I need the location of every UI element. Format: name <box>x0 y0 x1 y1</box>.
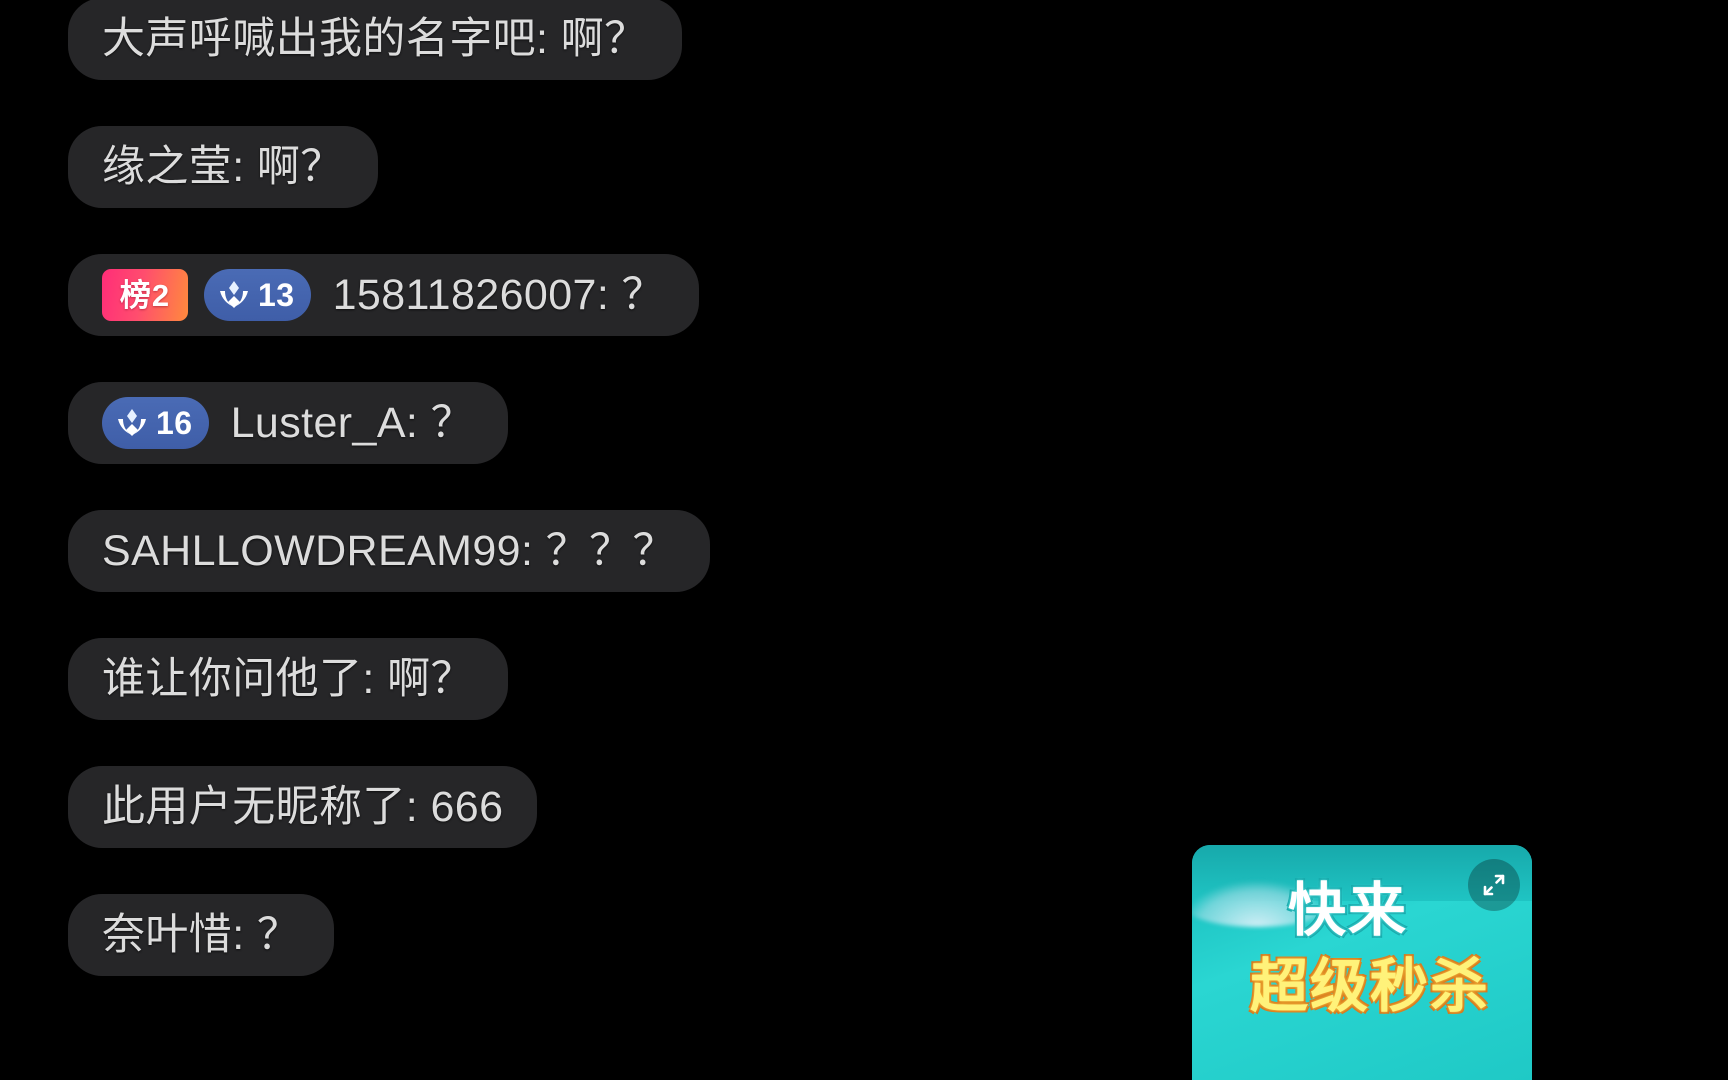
chat-message-text: 奈叶惜: ？ <box>102 910 301 959</box>
rank-badge-label: 榜2 <box>119 277 171 313</box>
live-chat-message-list[interactable]: 大声呼喊出我的名字吧: 啊？ 缘之莹: 啊？ 榜2 13 15811826007… <box>68 0 1068 1022</box>
fan-club-crown-icon <box>214 275 254 315</box>
chat-message-row[interactable]: 谁让你问他了: 啊？ <box>68 638 508 720</box>
chat-message-text: 缘之莹: 啊？ <box>102 142 344 191</box>
chat-message-row[interactable]: 16 Luster_A: ？ <box>68 382 508 464</box>
promo-headline: 快来 <box>1288 878 1409 943</box>
promo-widget[interactable]: 快来 超级秒杀 <box>1192 845 1532 1080</box>
chat-message-row[interactable]: 此用户无昵称了: 666 <box>68 766 538 848</box>
fan-club-level-badge[interactable]: 13 <box>204 269 311 321</box>
badge-group: 16 <box>102 397 209 449</box>
fan-club-crown-icon <box>112 403 152 443</box>
chat-message-row[interactable]: 大声呼喊出我的名字吧: 啊？ <box>68 0 682 80</box>
fan-club-level-number: 13 <box>258 277 295 313</box>
chat-message-text: 15811826007: ？ <box>332 270 665 319</box>
rank-badge[interactable]: 榜2 <box>102 269 188 321</box>
promo-subheadline: 超级秒杀 <box>1250 954 1491 1019</box>
fan-club-level-number: 16 <box>156 405 193 441</box>
screen-background: 大声呼喊出我的名字吧: 啊？ 缘之莹: 啊？ 榜2 13 15811826007… <box>0 0 1728 1080</box>
chat-message-text: 此用户无昵称了: 666 <box>102 782 504 831</box>
chat-message-text: Luster_A: ？ <box>230 398 474 447</box>
badge-group: 榜2 13 <box>102 269 311 321</box>
chat-message-text: 大声呼喊出我的名字吧: 啊？ <box>102 14 648 63</box>
chat-message-row[interactable]: 奈叶惜: ？ <box>68 894 335 976</box>
chat-message-text: 谁让你问他了: 啊？ <box>102 654 474 703</box>
chat-message-row[interactable]: 缘之莹: 啊？ <box>68 126 378 208</box>
fan-club-level-badge[interactable]: 16 <box>102 397 209 449</box>
chat-message-row[interactable]: SAHLLOWDREAM99: ？？？ <box>68 510 710 592</box>
chat-message-row[interactable]: 榜2 13 15811826007: ？ <box>68 254 699 336</box>
expand-fullscreen-icon[interactable] <box>1468 859 1520 911</box>
chat-message-text: SAHLLOWDREAM99: ？？？ <box>102 526 676 575</box>
